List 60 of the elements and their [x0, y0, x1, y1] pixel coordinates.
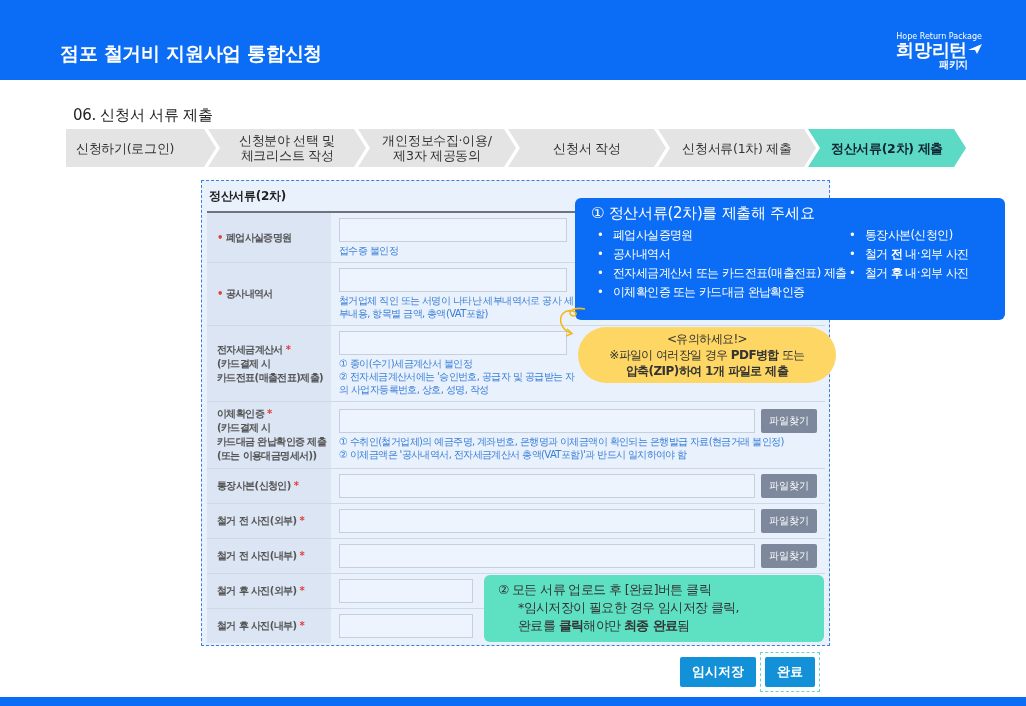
upload-field[interactable]: [339, 614, 473, 638]
file-browse-button[interactable]: 파일찾기: [761, 409, 817, 433]
page-title: 점포 철거비 지원사업 통합신청: [60, 41, 323, 66]
hint-text: ① 수취인(철거업체)의 예금주명, 계좌번호, 은행명과 이체금액이 확인되는 은행발급 자료(현금거래 불인정): [339, 435, 785, 448]
field-label: • 공사내역서: [217, 287, 273, 301]
list-item: 이체확인증 또는 카드대금 완납확인증: [613, 284, 805, 301]
field-label: 철거 후 사진(외부) *: [217, 584, 305, 598]
upload-field[interactable]: [339, 331, 567, 355]
logo-tagline: Hope Return Package: [896, 32, 982, 41]
step-tab[interactable]: 정산서류(2차) 제출: [808, 129, 966, 167]
field-label: 전자세금계산서 * (카드결제 시 카드전표(매출전표)제출): [217, 342, 323, 385]
file-browse-button[interactable]: 파일찾기: [761, 509, 817, 533]
list-item: 철거 후 내·외부 사진: [865, 265, 969, 282]
paper-plane-icon: [968, 44, 982, 54]
hint-text: 접수증 불인정: [339, 244, 399, 257]
logo-subtitle: 패키지: [938, 59, 968, 70]
upload-field[interactable]: [339, 268, 567, 292]
callout-text: 완료를 클릭해야만 최종 완료됨: [517, 617, 691, 635]
hint-text: ② 이체금액은 '공사내역서, 전자세금계산서 총액(VAT포함)'과 반드시 일치하여야 함: [339, 448, 688, 461]
step-tab[interactable]: 개인정보수집·이용/ 제3자 제공동의: [358, 129, 516, 167]
upload-field[interactable]: [339, 579, 473, 603]
file-browse-button[interactable]: 파일찾기: [761, 474, 817, 498]
list-bullet: •: [597, 265, 605, 282]
upload-field[interactable]: [339, 409, 755, 433]
hint-text: 철거업체 직인 또는 서명이 나타난 세부내역서로 공사 세부내용, 항목별 금액, 총액(VAT포함): [339, 294, 575, 320]
hint-text: ① 종이(수기)세금계산서 불인정: [339, 357, 473, 370]
list-item: 철거 전 내·외부 사진: [865, 246, 969, 263]
file-browse-button[interactable]: 파일찾기: [761, 544, 817, 568]
step-tab[interactable]: 신청서류(1차) 제출: [658, 129, 816, 167]
list-bullet: •: [597, 284, 605, 301]
notice-title: <유의하세요!>: [666, 331, 748, 347]
list-bullet: •: [849, 227, 857, 244]
field-label: 통장사본(신청인) *: [217, 479, 299, 493]
logo-wordmark: 희망리턴: [896, 41, 967, 59]
list-item: 공사내역서: [613, 246, 670, 263]
step-tab[interactable]: 신청하기(로그인): [66, 129, 216, 167]
field-label: 철거 후 사진(내부) *: [217, 619, 305, 633]
upload-field[interactable]: [339, 544, 755, 568]
callout-text: ② 모든 서류 업로드 후 [완료]버튼 클릭: [498, 581, 712, 599]
callout-text: *임시저장이 필요한 경우 임시저장 클릭,: [517, 599, 740, 617]
field-label: • 폐업사실증명원: [217, 230, 292, 245]
step-tab[interactable]: 신청분야 선택 및 체크리스트 작성: [208, 129, 366, 167]
hint-text: ② 전자세금계산서에는 '승인번호, 공급자 및 공급받는 자의 사업자등록번호, 상호, 성명, 작성: [339, 370, 576, 396]
list-bullet: •: [849, 265, 857, 282]
notice-text: ※파일이 여러장일 경우 PDF병합 또는: [609, 347, 805, 363]
list-bullet: •: [597, 246, 605, 263]
list-item: 통장사본(신청인): [865, 227, 953, 244]
section-title: 06. 신청서 서류 제출: [73, 106, 214, 125]
upload-field[interactable]: [339, 509, 755, 533]
upload-field[interactable]: [339, 474, 755, 498]
step-tab[interactable]: 신청서 작성: [508, 129, 666, 167]
list-bullet: •: [597, 227, 605, 244]
list-item: 전자세금계산서 또는 카드전표(매출전표) 제출: [613, 265, 847, 282]
list-bullet: •: [849, 246, 857, 263]
field-label: 이체확인증 * (카드결제 시 카드대금 완납확인증 제출 (또는 이용대금명세서)): [217, 407, 327, 463]
field-label: 철거 전 사진(외부) *: [217, 514, 305, 528]
notice-text: 압축(ZIP)하여 1개 파일로 제출: [625, 363, 789, 379]
upload-field[interactable]: [339, 218, 567, 242]
field-label: 철거 전 사진(내부) *: [217, 549, 305, 563]
list-item: 폐업사실증명원: [613, 227, 693, 244]
